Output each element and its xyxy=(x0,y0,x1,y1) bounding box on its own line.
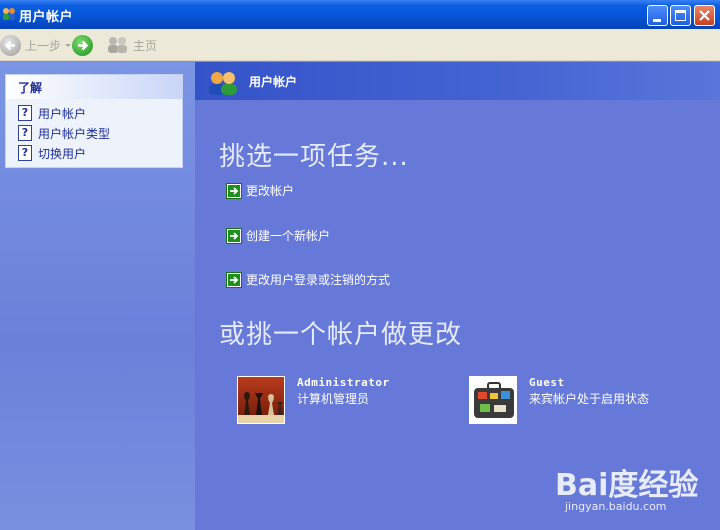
left-task-pane: 了解 ? 用户帐户 ? 用户帐户类型 ? 切换用户 xyxy=(0,62,195,530)
pick-task-heading: 挑选一项任务... xyxy=(219,142,409,172)
learn-item-user-accounts[interactable]: ? 用户帐户 xyxy=(6,103,182,123)
learn-about-heading: 了解 xyxy=(6,75,182,99)
home-users-icon xyxy=(108,37,127,53)
learn-item-label: 切换用户 xyxy=(38,146,87,161)
learn-item-label: 用户帐户 xyxy=(38,106,87,121)
help-question-icon: ? xyxy=(18,125,32,141)
account-name: Administrator xyxy=(297,376,390,389)
account-name: Guest xyxy=(529,376,565,389)
home-button[interactable]: 主页 xyxy=(107,33,157,57)
home-label: 主页 xyxy=(133,38,158,53)
user-accounts-header-icon xyxy=(209,72,237,95)
task-label: 更改用户登录或注销的方式 xyxy=(246,273,391,287)
watermark-url: jingyan.baidu.com xyxy=(565,500,667,513)
back-arrow-icon xyxy=(0,34,21,56)
task-arrow-icon xyxy=(226,182,242,199)
pick-account-heading: 或挑一个帐户做更改 xyxy=(219,320,463,350)
account-guest[interactable]: Guest 来宾帐户处于启用状态 xyxy=(469,376,649,424)
maximize-icon xyxy=(675,10,686,21)
watermark-logo: Bai度经验 xyxy=(555,468,699,503)
suitcase-picture xyxy=(469,376,517,424)
chess-picture xyxy=(237,376,285,424)
task-arrow-icon xyxy=(226,271,242,288)
learn-item-label: 用户帐户类型 xyxy=(38,126,111,141)
main-header: 用户帐户 xyxy=(195,62,720,100)
close-button[interactable] xyxy=(694,5,715,26)
window-title: 用户帐户 xyxy=(19,10,74,25)
minimize-button[interactable] xyxy=(647,5,668,26)
user-accounts-icon xyxy=(3,8,15,20)
account-administrator[interactable]: Administrator 计算机管理员 xyxy=(237,376,390,424)
maximize-button[interactable] xyxy=(670,5,691,26)
forward-button[interactable] xyxy=(72,33,93,57)
learn-about-box: 了解 ? 用户帐户 ? 用户帐户类型 ? 切换用户 xyxy=(5,74,183,168)
baidu-watermark: Bai度经验 jingyan.baidu.com xyxy=(555,460,720,520)
task-change-logon[interactable]: 更改用户登录或注销的方式 xyxy=(226,271,390,288)
task-create-account[interactable]: 创建一个新帐户 xyxy=(226,227,330,244)
task-label: 创建一个新帐户 xyxy=(246,229,331,243)
account-description: 来宾帐户处于启用状态 xyxy=(529,392,650,406)
account-description: 计算机管理员 xyxy=(297,392,370,406)
toolbar: 上一步 主页 xyxy=(0,29,720,61)
title-bar[interactable]: 用户帐户 xyxy=(0,0,720,29)
task-change-account[interactable]: 更改帐户 xyxy=(226,182,294,199)
help-question-icon: ? xyxy=(18,145,32,161)
minimize-icon xyxy=(653,19,661,22)
task-label: 更改帐户 xyxy=(246,184,295,198)
close-icon xyxy=(699,10,710,21)
main-header-title: 用户帐户 xyxy=(249,75,298,89)
help-question-icon: ? xyxy=(18,105,32,121)
learn-item-account-types[interactable]: ? 用户帐户类型 xyxy=(6,123,182,143)
user-accounts-window: 用户帐户 上一步 主页 了解 ? 用户帐户 ? 用户帐户类型 ? 切换用户 用户… xyxy=(0,0,720,530)
task-arrow-icon xyxy=(226,227,242,244)
learn-item-switch-user[interactable]: ? 切换用户 xyxy=(6,143,182,163)
forward-arrow-icon xyxy=(72,34,93,56)
back-label: 上一步 xyxy=(25,38,62,53)
back-button[interactable]: 上一步 xyxy=(0,33,72,57)
back-dropdown-icon[interactable] xyxy=(65,43,72,47)
